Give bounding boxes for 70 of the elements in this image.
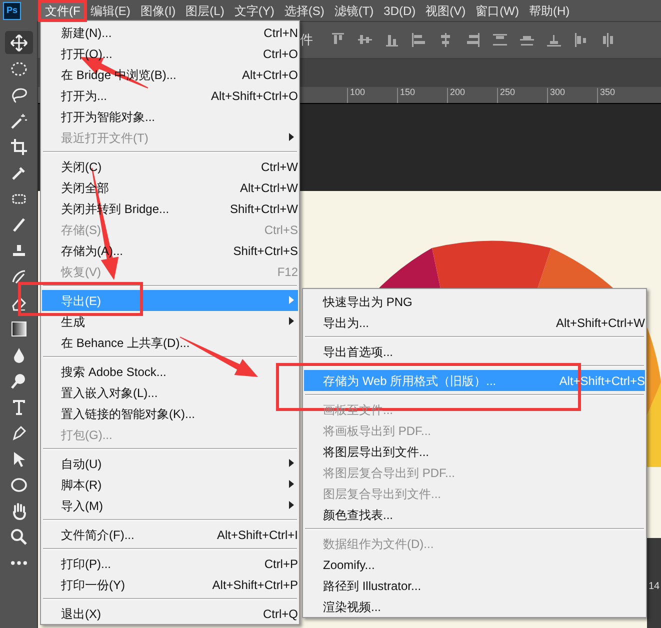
menu-item[interactable]: 生成	[42, 311, 298, 332]
menu-item[interactable]: 搜索 Adobe Stock...	[42, 361, 298, 382]
menu-bar-item[interactable]: 3D(D)	[378, 0, 421, 21]
menu-item[interactable]: 导出首选项...	[304, 341, 645, 362]
zoom-icon	[10, 528, 28, 546]
ruler-label: 100	[347, 88, 366, 103]
ruler-label: 150	[397, 88, 416, 103]
menu-bar-item[interactable]: 图像(I)	[135, 0, 181, 21]
menu-bar-item[interactable]: 选择(S)	[279, 0, 330, 21]
ellipse-icon	[10, 476, 28, 494]
ruler-label: 250	[497, 88, 516, 103]
gradient-icon	[10, 320, 28, 338]
menu-item[interactable]: 打开为智能对象...	[42, 106, 298, 127]
menu-bar-item[interactable]: 帮助(H)	[524, 0, 575, 21]
align-icon	[411, 32, 427, 48]
align-button[interactable]	[573, 32, 589, 48]
menu-item[interactable]: 打开(O)... Ctrl+O	[42, 43, 298, 64]
align-icon	[465, 32, 481, 48]
crop-icon	[10, 138, 28, 156]
menu-item[interactable]: 路径到 Illustrator...	[304, 575, 645, 596]
menu-item[interactable]: 文件简介(F)... Alt+Shift+Ctrl+I	[42, 524, 298, 545]
menu-bar-item[interactable]: 编辑(E)	[85, 0, 136, 21]
menu-item[interactable]: 颜色查找表...	[304, 504, 645, 525]
app-logo: Ps	[3, 2, 21, 20]
option-label: 件	[300, 31, 313, 50]
menu-item[interactable]: 关闭(C) Ctrl+W	[42, 156, 298, 177]
ruler-label: 350	[597, 88, 616, 103]
menu-item[interactable]: 脚本(R)	[42, 474, 298, 495]
marquee-icon	[10, 60, 28, 78]
panel-text: 14	[648, 582, 660, 592]
menu-bar-item[interactable]: 窗口(W)	[470, 0, 524, 21]
menu-item[interactable]: 自动(U)	[42, 453, 298, 474]
align-button[interactable]	[546, 32, 562, 48]
menu-item[interactable]: 新建(N)... Ctrl+N	[42, 22, 298, 43]
menu-item[interactable]: 导出为... Alt+Shift+Ctrl+W	[304, 312, 645, 333]
menu-item[interactable]: 快速导出为 PNG	[304, 291, 645, 312]
align-button[interactable]	[384, 32, 400, 48]
more-dots-icon	[10, 560, 26, 564]
menu-item[interactable]: 打开为... Alt+Shift+Ctrl+O	[42, 85, 298, 106]
menu-bar-item[interactable]: 滤镜(T)	[329, 0, 379, 21]
ruler-label: 200	[447, 88, 466, 103]
history-brush-icon	[10, 268, 28, 286]
align-icon	[492, 32, 508, 48]
magic-wand-icon	[10, 112, 28, 130]
menu-item[interactable]: 打印(P)... Ctrl+P	[42, 553, 298, 574]
tool-button[interactable]	[4, 31, 32, 54]
menu-item[interactable]: Zoomify...	[304, 554, 645, 575]
menu-bar-item[interactable]: 视图(V)	[420, 0, 471, 21]
align-icon	[546, 32, 562, 48]
lasso-icon	[10, 86, 28, 104]
menu-item[interactable]: 置入嵌入对象(L)...	[42, 382, 298, 403]
menu-item[interactable]: 置入链接的智能对象(K)...	[42, 403, 298, 424]
align-icon	[600, 32, 616, 48]
ruler-label: 300	[547, 88, 566, 103]
menu-item[interactable]: 将图层导出到文件...	[304, 441, 645, 462]
menu-item[interactable]: 退出(X) Ctrl+Q	[42, 603, 298, 624]
menu-bar-item[interactable]: 文字(Y)	[229, 0, 280, 21]
align-button[interactable]	[465, 32, 481, 48]
menu-bar-item[interactable]: 图层(L)	[180, 0, 230, 21]
menu-item[interactable]: 渲染视频...	[304, 596, 645, 617]
align-button[interactable]	[600, 32, 616, 48]
move-icon	[10, 34, 28, 52]
annotation-box	[38, 0, 87, 22]
align-icon	[384, 32, 400, 48]
menu-item[interactable]: 打印一份(Y) Alt+Shift+Ctrl+P	[42, 574, 298, 595]
menu-item[interactable]: 导入(M)	[42, 495, 298, 516]
menu-item[interactable]: 在 Behance 上共享(D)...	[42, 332, 298, 353]
align-button[interactable]	[411, 32, 427, 48]
align-icon	[573, 32, 589, 48]
align-button[interactable]	[492, 32, 508, 48]
